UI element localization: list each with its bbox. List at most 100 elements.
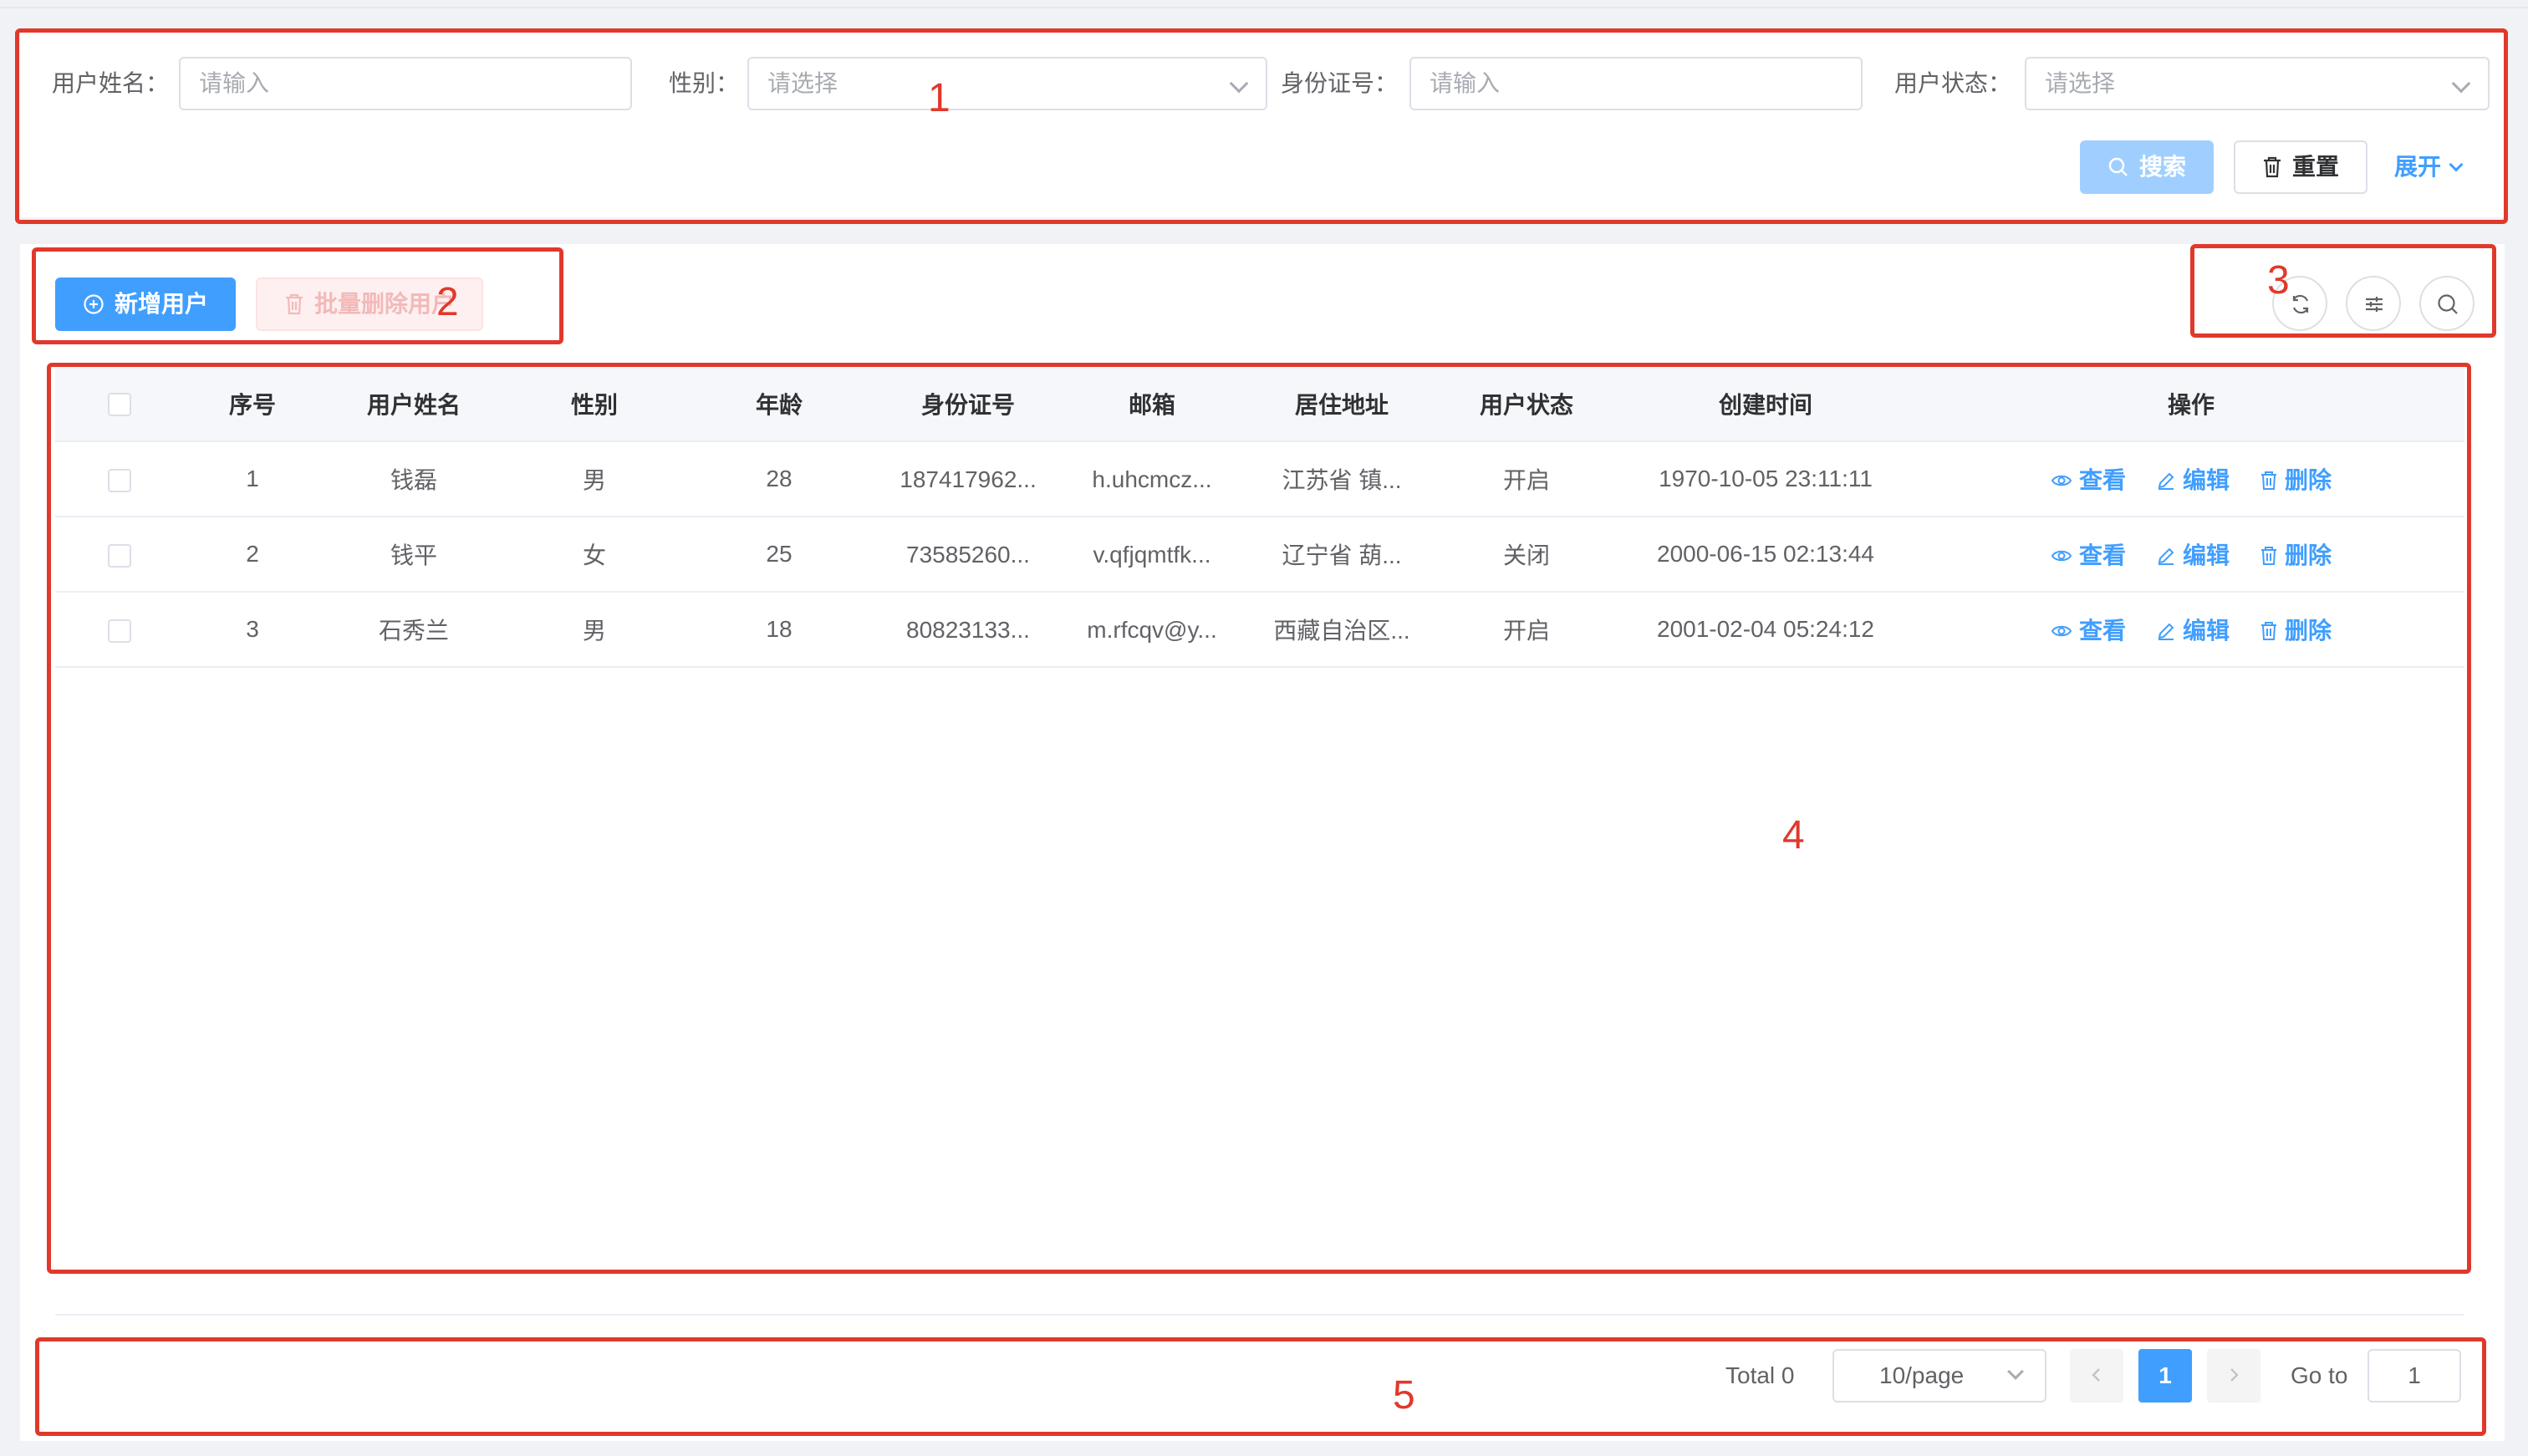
delete-label: 删除 <box>2285 618 2332 644</box>
column-header: 操作 <box>1918 366 2464 442</box>
cell-email: v.qfjqmtfk... <box>1060 517 1244 593</box>
view-label: 查看 <box>2078 618 2126 644</box>
select-all-cell <box>55 366 184 442</box>
search-button[interactable]: 搜索 <box>2080 140 2214 194</box>
chevron-down-icon <box>1229 74 1249 94</box>
row-select-cell <box>55 517 184 593</box>
table-row[interactable]: 1 钱磊 男 28 187417962... h.uhcmcz... 江苏省 镇... 开启 1… <box>55 441 2464 517</box>
page-size-select[interactable]: 10/page <box>1832 1349 2046 1403</box>
view-label: 查看 <box>2078 467 2126 493</box>
username-label: 用户姓名： <box>52 70 170 96</box>
column-settings-icon <box>2366 297 2383 312</box>
row-select-cell <box>55 592 184 668</box>
cell-text: 187417962... <box>900 466 1037 492</box>
cell-name: 钱平 <box>321 517 507 593</box>
cell-text: 钱磊 <box>390 467 437 493</box>
eye-icon <box>2051 550 2072 561</box>
cell-text: 关闭 <box>1502 542 1550 568</box>
cell-text: 女 <box>582 542 606 568</box>
status-select[interactable]: 请选择 <box>2025 57 2490 110</box>
cell-gender: 男 <box>507 592 682 668</box>
page-size-value: 10/page <box>1879 1362 1965 1388</box>
cell-text: 开启 <box>1502 467 1550 493</box>
cell-text: m.rfcqv@y... <box>1087 616 1217 643</box>
cell-text: 男 <box>582 467 606 493</box>
eye-icon <box>2051 475 2072 486</box>
cell-index: 1 <box>184 441 321 517</box>
edit-label: 编辑 <box>2182 542 2230 568</box>
cell-text: 2001-02-04 05:24:12 <box>1657 616 1874 642</box>
edit-button[interactable]: 编辑 <box>2156 537 2230 571</box>
prev-page-button[interactable] <box>2070 1349 2123 1403</box>
cell-text: 18 <box>766 616 793 642</box>
toggle-search-button[interactable] <box>2419 276 2474 331</box>
row-actions: 查看 编辑 删除 <box>1918 592 2464 668</box>
table-row[interactable]: 3 石秀兰 男 18 80823133... m.rfcqv@y... 西藏自治区... 开启… <box>55 592 2464 668</box>
cell-age: 25 <box>682 517 876 593</box>
trash-icon <box>2261 471 2276 490</box>
table-header-row: 序号 用户姓名 性别 年龄 身份证号 邮箱 居住地址 用户状态 创建时间 操作 <box>55 366 2464 442</box>
column-header[interactable]: 居住地址 <box>1244 366 1440 442</box>
edit-button[interactable]: 编辑 <box>2156 613 2230 646</box>
search-icon <box>2438 294 2458 314</box>
row-checkbox[interactable] <box>108 468 131 492</box>
cell-text: 3 <box>246 616 259 642</box>
edit-icon <box>2158 547 2174 565</box>
batch-delete-button-label: 批量删除用户 <box>313 291 455 317</box>
goto-page-input[interactable]: 1 <box>2367 1349 2461 1403</box>
cell-idcard: 80823133... <box>876 592 1060 668</box>
column-header[interactable]: 序号 <box>184 366 321 442</box>
reset-button[interactable]: 重置 <box>2234 140 2367 194</box>
column-header[interactable]: 身份证号 <box>876 366 1060 442</box>
delete-button[interactable]: 删除 <box>2260 613 2332 646</box>
cell-index: 2 <box>184 517 321 593</box>
expand-button[interactable]: 展开 <box>2394 150 2464 184</box>
status-select-placeholder: 请选择 <box>2045 70 2116 96</box>
annotation-number: 1 <box>928 76 951 120</box>
cell-text: 男 <box>582 618 606 644</box>
view-button[interactable]: 查看 <box>2051 537 2126 571</box>
username-input[interactable] <box>179 57 632 110</box>
view-button[interactable]: 查看 <box>2051 462 2126 496</box>
column-header[interactable]: 创建时间 <box>1613 366 1918 442</box>
row-checkbox[interactable] <box>108 543 131 568</box>
search-button-label: 搜索 <box>2138 154 2186 180</box>
column-header[interactable]: 用户状态 <box>1440 366 1613 442</box>
table-row[interactable]: 2 钱平 女 25 73585260... v.qfjqmtfk... 辽宁省 葫... 关闭… <box>55 517 2464 593</box>
cell-index: 3 <box>184 592 321 668</box>
cell-gender: 女 <box>507 517 682 593</box>
column-header[interactable]: 邮箱 <box>1060 366 1244 442</box>
gender-label: 性别： <box>669 70 740 96</box>
delete-button[interactable]: 删除 <box>2260 537 2332 571</box>
edit-icon <box>2158 623 2174 640</box>
cell-idcard: 73585260... <box>876 517 1060 593</box>
next-page-button[interactable] <box>2207 1349 2260 1403</box>
column-settings-button[interactable] <box>2346 276 2401 331</box>
select-all-checkbox[interactable] <box>108 393 131 417</box>
annotation-number: 4 <box>1782 813 1805 858</box>
idcard-input[interactable] <box>1409 57 1863 110</box>
cell-status: 开启 <box>1440 592 1613 668</box>
delete-label: 删除 <box>2285 542 2332 568</box>
page-number-button[interactable]: 1 <box>2138 1349 2192 1403</box>
cell-idcard: 187417962... <box>876 441 1060 517</box>
trash-icon <box>2261 621 2276 640</box>
add-user-button[interactable]: 新增用户 <box>55 277 236 331</box>
cell-text: 江苏省 镇... <box>1282 467 1402 493</box>
delete-button[interactable]: 删除 <box>2260 462 2332 496</box>
column-header[interactable]: 用户姓名 <box>321 366 507 442</box>
row-checkbox[interactable] <box>108 619 131 643</box>
gender-select[interactable]: 请选择 <box>747 57 1267 110</box>
cell-status: 开启 <box>1440 441 1613 517</box>
trash-icon <box>2263 156 2281 177</box>
top-divider <box>0 7 2528 8</box>
cell-text: 2 <box>246 541 259 567</box>
cell-created: 1970-10-05 23:11:11 <box>1613 441 1918 517</box>
edit-button[interactable]: 编辑 <box>2156 462 2230 496</box>
column-header[interactable]: 性别 <box>507 366 682 442</box>
view-button[interactable]: 查看 <box>2051 613 2126 646</box>
goto-label: Go to <box>2291 1362 2348 1388</box>
expand-button-label: 展开 <box>2394 154 2442 180</box>
column-header[interactable]: 年龄 <box>682 366 876 442</box>
cell-text: 73585260... <box>906 541 1030 568</box>
